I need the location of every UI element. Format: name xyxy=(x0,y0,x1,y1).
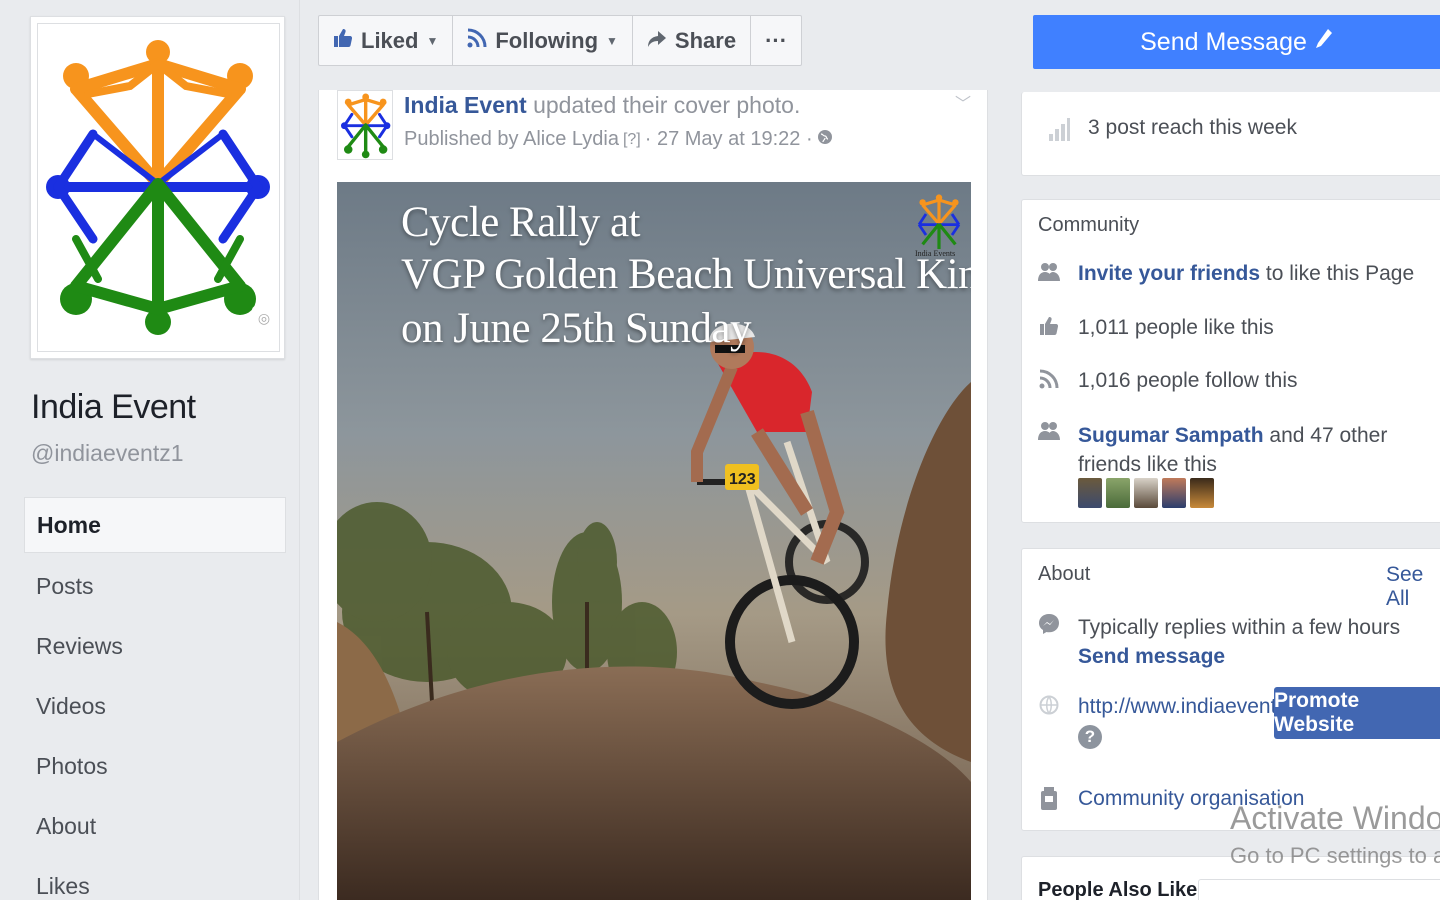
india-event-logo xyxy=(46,40,270,335)
promote-website-button[interactable]: Promote Website xyxy=(1274,687,1440,739)
page-action-bar: Liked ▼ Following ▼ Share ··· xyxy=(318,15,803,66)
friend-name-link[interactable]: Sugumar Sampath xyxy=(1078,424,1264,447)
avatar[interactable] xyxy=(1134,478,1158,508)
avatar[interactable] xyxy=(1162,478,1186,508)
liked-label: Liked xyxy=(361,27,419,53)
invite-friends-link[interactable]: Invite your friends xyxy=(1078,262,1260,285)
share-label: Share xyxy=(674,27,737,53)
more-dots-icon: ··· xyxy=(765,27,788,53)
reach-text: 3 post reach this week xyxy=(1088,116,1297,139)
left-column: ◎ India Event @indiaeventz1 Home Posts R… xyxy=(0,0,300,900)
profile-picture-frame[interactable]: ◎ xyxy=(30,16,285,359)
bar-chart-icon xyxy=(1048,116,1070,148)
reach-card: 3 post reach this week xyxy=(1021,92,1440,176)
nav-item-videos[interactable]: Videos xyxy=(24,677,286,737)
friend-avatars xyxy=(1078,478,1214,508)
chevron-down-icon: ▼ xyxy=(426,33,439,48)
india-event-logo xyxy=(341,93,391,159)
nav-item-home[interactable]: Home xyxy=(24,497,286,553)
rss-icon xyxy=(1038,369,1060,395)
chevron-down-icon[interactable]: ﹀ xyxy=(955,90,971,114)
friends-row: Sugumar Sampath and 47 other friends lik… xyxy=(1038,421,1418,479)
invite-row[interactable]: Invite your friends to like this Page xyxy=(1038,262,1414,288)
nav-item-photos[interactable]: Photos xyxy=(24,737,286,797)
about-card: About See All Typically replies within a… xyxy=(1021,548,1440,831)
likes-row[interactable]: 1,011 people like this xyxy=(1038,316,1274,342)
website-row: http://www.indiaevent... xyxy=(1038,695,1294,721)
chevron-down-icon: ▼ xyxy=(606,33,618,48)
messenger-icon xyxy=(1038,613,1060,641)
pencil-icon xyxy=(1315,28,1333,57)
people-icon xyxy=(1038,421,1060,447)
profile-picture[interactable]: ◎ xyxy=(37,23,280,352)
post-card: India Event updated their cover photo. P… xyxy=(318,90,988,900)
see-all-link[interactable]: See All xyxy=(1386,563,1440,611)
page-handle[interactable]: @indiaeventz1 xyxy=(31,440,184,467)
help-marker[interactable]: [?] xyxy=(623,131,641,149)
follows-row[interactable]: 1,016 people follow this xyxy=(1038,369,1298,395)
reach-row[interactable]: 3 post reach this week xyxy=(1048,116,1297,148)
about-title: About xyxy=(1038,563,1091,585)
avatar[interactable] xyxy=(1190,478,1214,508)
nav-item-reviews[interactable]: Reviews xyxy=(24,617,286,677)
people-also-like-title: People Also Like xyxy=(1038,879,1198,900)
page-title: India Event xyxy=(31,388,196,426)
globe-icon xyxy=(817,128,833,151)
follows-count-text: 1,016 people follow this xyxy=(1078,369,1298,392)
category-link[interactable]: Community organisation xyxy=(1078,787,1304,811)
avatar[interactable] xyxy=(1078,478,1102,508)
following-button[interactable]: Following ▼ xyxy=(453,16,633,65)
published-by-text: Published by Alice Lydia xyxy=(404,128,619,150)
post-meta: Published by Alice Lydia [?] · 27 May at… xyxy=(404,128,833,151)
more-options-button[interactable]: ··· xyxy=(751,16,801,65)
building-icon xyxy=(1038,787,1060,817)
globe-icon xyxy=(1038,695,1060,721)
post-timestamp[interactable]: · 27 May at 19:22 · xyxy=(645,128,813,151)
cover-text-line2: VGP Golden Beach Universal Kingdom xyxy=(401,251,971,298)
people-also-like-box[interactable] xyxy=(1198,879,1440,900)
post-author-avatar[interactable] xyxy=(337,90,393,160)
bib-number: 123 xyxy=(729,471,756,488)
replies-row: Typically replies within a few hours Sen… xyxy=(1038,613,1400,671)
share-button[interactable]: Share xyxy=(633,16,752,65)
invite-rest: to like this Page xyxy=(1265,262,1415,285)
community-title: Community xyxy=(1038,214,1140,236)
thumbs-up-icon xyxy=(333,28,353,54)
nav-item-likes[interactable]: Likes xyxy=(24,857,286,900)
send-message-link[interactable]: Send message xyxy=(1078,645,1225,668)
page-nav: Home Posts Reviews Videos Photos About L… xyxy=(24,497,286,900)
thumbs-up-icon xyxy=(1038,316,1060,342)
category-row: Community organisation xyxy=(1038,787,1304,817)
nav-item-posts[interactable]: Posts xyxy=(24,557,286,617)
send-message-label: Send Message xyxy=(1140,27,1307,56)
people-icon xyxy=(1038,262,1060,288)
help-icon[interactable]: ? xyxy=(1078,725,1102,749)
following-label: Following xyxy=(495,27,599,53)
send-message-button[interactable]: Send Message xyxy=(1033,15,1440,69)
website-link[interactable]: http://www.indiaevent... xyxy=(1078,695,1294,719)
cover-text-line3: on June 25th Sunday xyxy=(401,305,752,352)
nav-item-about[interactable]: About xyxy=(24,797,286,857)
replies-text: Typically replies within a few hours xyxy=(1078,616,1401,639)
share-arrow-icon xyxy=(647,28,667,54)
post-action-text: updated their cover photo. xyxy=(533,92,801,118)
cover-text-line1: Cycle Rally at xyxy=(401,199,641,246)
people-also-like-card: People Also Like xyxy=(1021,856,1440,900)
rss-icon xyxy=(467,28,487,54)
community-card: Community Invite your friends to like th… xyxy=(1021,199,1440,523)
post-headline: India Event updated their cover photo. xyxy=(404,92,800,119)
friends-rest-2: this xyxy=(1184,453,1217,476)
cover-photo[interactable]: 123 India Events Cycle Rally at VGP Gold… xyxy=(337,182,971,900)
avatar[interactable] xyxy=(1106,478,1130,508)
post-author-link[interactable]: India Event xyxy=(404,92,527,118)
liked-button[interactable]: Liked ▼ xyxy=(319,16,454,65)
camera-icon[interactable]: ◎ xyxy=(252,306,276,330)
likes-count-text: 1,011 people like this xyxy=(1078,316,1274,339)
